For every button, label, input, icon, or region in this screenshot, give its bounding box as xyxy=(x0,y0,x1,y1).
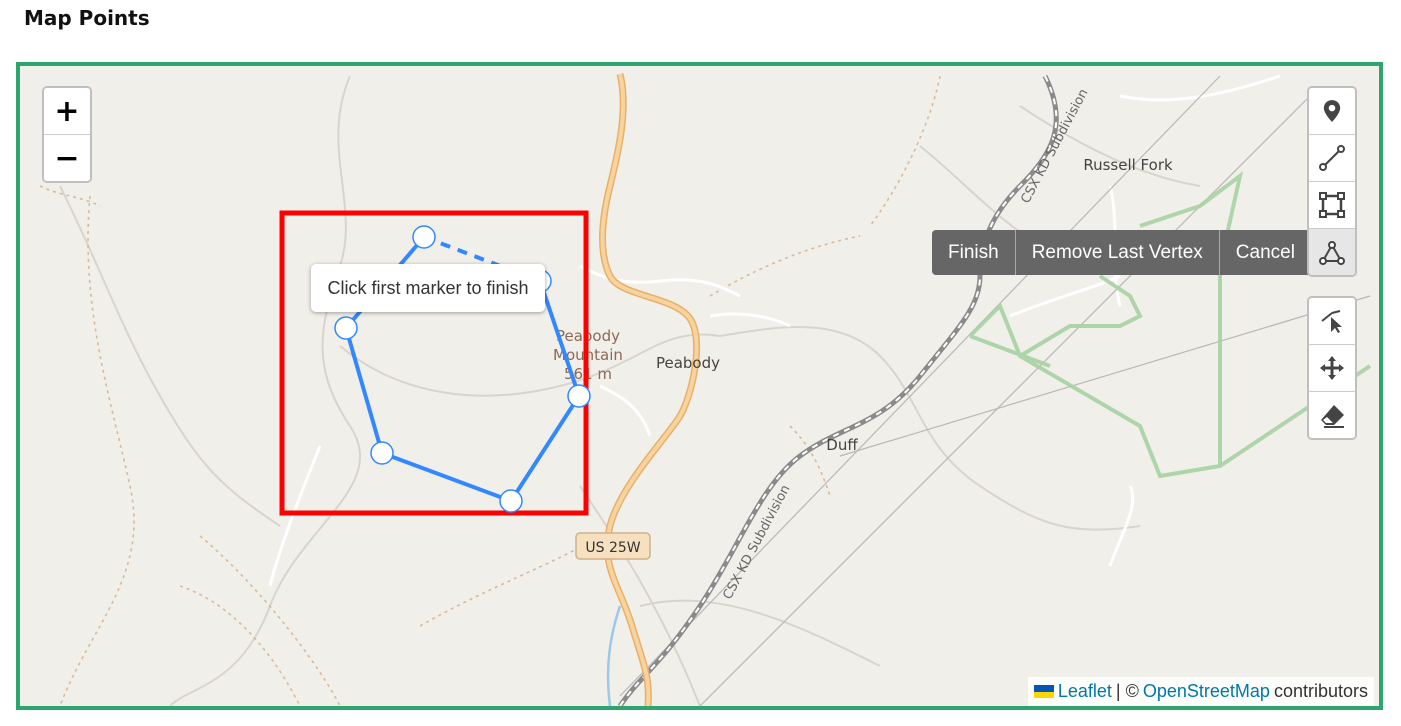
label-us25w: US 25W xyxy=(585,540,640,556)
draw-tooltip: Click first marker to finish xyxy=(311,264,545,312)
marker-icon xyxy=(1323,100,1341,122)
vertex-marker[interactable] xyxy=(370,441,394,465)
map-attribution: Leaflet | © OpenStreetMap contributors xyxy=(1027,677,1374,706)
map-tiles[interactable]: Peabody Mountain 561 m Peabody Duff Russ… xyxy=(20,66,1379,706)
polyline-icon xyxy=(1319,145,1345,171)
remove-last-vertex-button[interactable]: Remove Last Vertex xyxy=(1016,230,1220,275)
zoom-control: + − xyxy=(42,86,92,183)
draw-rectangle-button[interactable] xyxy=(1309,182,1355,229)
zoom-in-button[interactable]: + xyxy=(44,88,90,135)
edit-icon xyxy=(1321,310,1342,333)
vertex-marker[interactable] xyxy=(412,225,436,249)
attribution-separator: | © xyxy=(1115,681,1139,701)
vertex-marker[interactable] xyxy=(567,384,591,408)
page-title: Map Points xyxy=(24,6,150,30)
ukraine-flag-icon xyxy=(1033,685,1054,698)
polygon-icon xyxy=(1319,241,1345,265)
draw-marker-button[interactable] xyxy=(1309,88,1355,135)
label-duff: Duff xyxy=(826,436,858,454)
draw-toolbar xyxy=(1307,86,1357,277)
draw-actions: Finish Remove Last Vertex Cancel xyxy=(932,230,1311,275)
draw-polygon-button[interactable] xyxy=(1309,229,1355,275)
finish-button[interactable]: Finish xyxy=(932,230,1016,275)
move-button[interactable] xyxy=(1309,345,1355,392)
map-container[interactable]: Peabody Mountain 561 m Peabody Duff Russ… xyxy=(16,62,1383,710)
label-russell-fork: Russell Fork xyxy=(1083,156,1173,174)
rectangle-icon xyxy=(1319,192,1345,218)
vertex-marker[interactable] xyxy=(499,489,523,513)
eraser-icon xyxy=(1321,405,1344,428)
label-csx-lower: CSX KD Subdivision xyxy=(720,483,793,603)
draw-polyline-button[interactable] xyxy=(1309,135,1355,182)
vertex-marker[interactable] xyxy=(334,316,358,340)
delete-button[interactable] xyxy=(1309,392,1355,438)
zoom-out-button[interactable]: − xyxy=(44,135,90,181)
highlight-box xyxy=(279,210,589,516)
openstreetmap-link[interactable]: OpenStreetMap xyxy=(1143,681,1270,702)
edit-toolbar xyxy=(1307,296,1357,440)
move-icon xyxy=(1320,356,1344,380)
attribution-suffix: contributors xyxy=(1273,681,1368,701)
cancel-button[interactable]: Cancel xyxy=(1220,230,1311,275)
edit-button[interactable] xyxy=(1309,298,1355,345)
label-peabody: Peabody xyxy=(656,354,720,372)
leaflet-link[interactable]: Leaflet xyxy=(1058,681,1112,702)
